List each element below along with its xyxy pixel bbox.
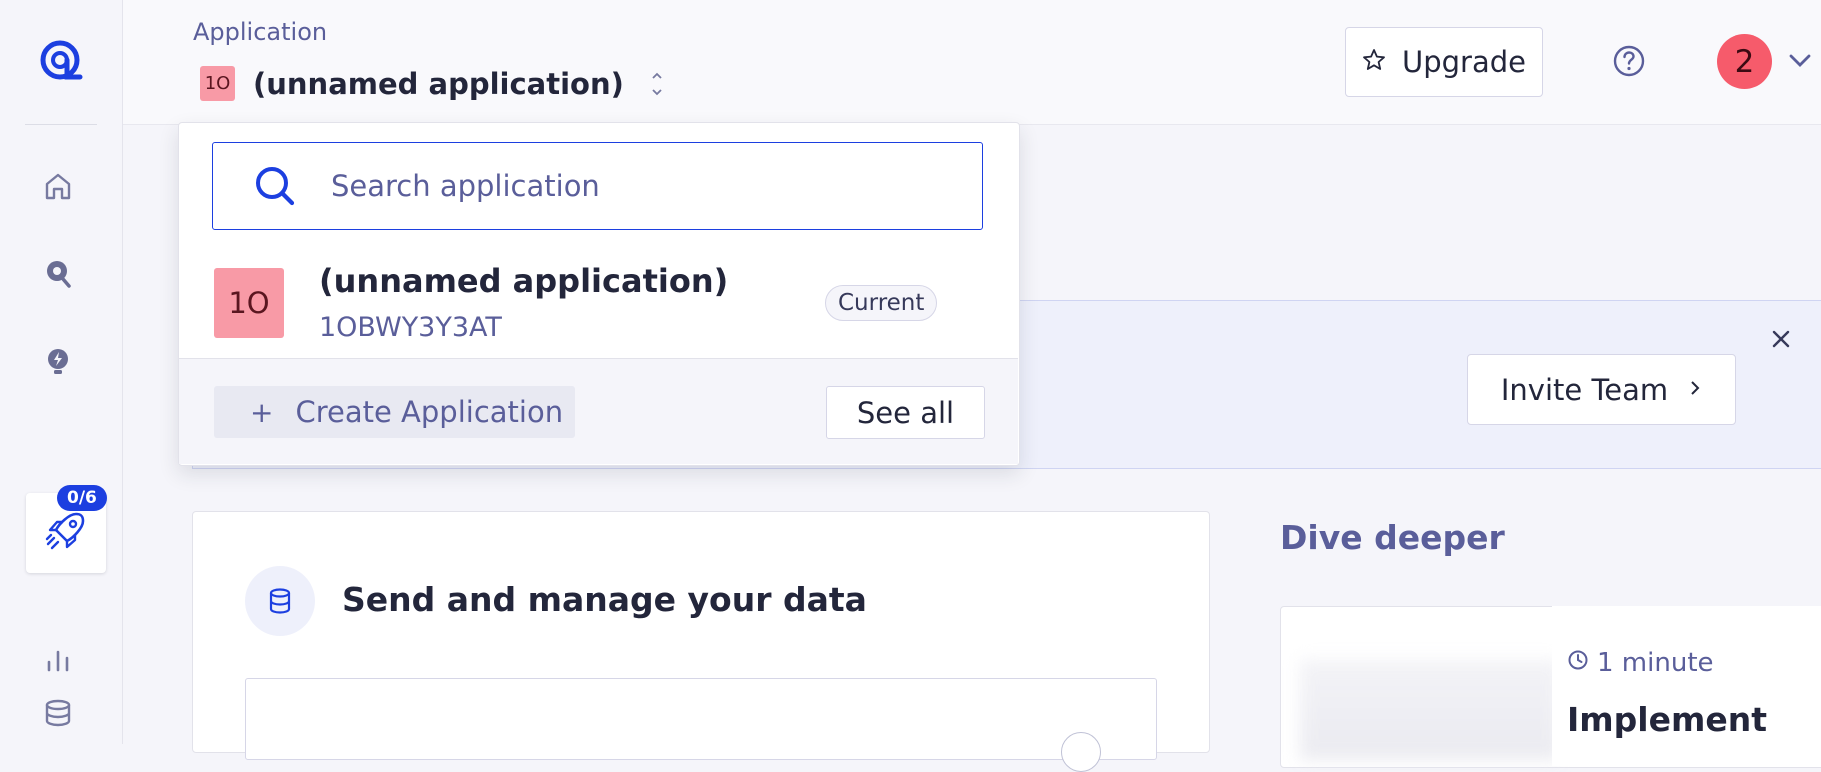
dive-card-text-panel (1552, 606, 1821, 766)
dive-card-duration: 1 minute (1567, 648, 1714, 678)
dive-card-duration-text: 1 minute (1597, 648, 1714, 678)
app-row-id: 1OBWY3Y3AT (319, 312, 502, 343)
sort-arrows-icon (650, 69, 664, 99)
see-all-button[interactable]: See all (826, 386, 985, 439)
search-application-field[interactable] (212, 142, 983, 230)
search-icon (253, 164, 297, 208)
rocket-icon (43, 508, 89, 558)
card-inner-panel (245, 678, 1157, 760)
application-selector[interactable]: 1O (unnamed application) (200, 66, 664, 101)
close-icon[interactable] (1770, 328, 1792, 350)
app-row-initials-badge[interactable]: 1O (214, 268, 284, 338)
upgrade-label: Upgrade (1402, 45, 1526, 79)
plus-icon: + (250, 395, 274, 429)
upgrade-button[interactable]: Upgrade (1345, 27, 1543, 97)
algolia-logo-icon[interactable] (36, 36, 86, 86)
application-label: Application (193, 18, 328, 46)
card-title: Send and manage your data (342, 580, 867, 619)
current-app-name: (unnamed application) (253, 66, 624, 101)
star-icon (1362, 45, 1386, 79)
lightbulb-icon[interactable] (41, 345, 75, 379)
home-icon[interactable] (41, 169, 75, 203)
chevron-right-icon (1688, 376, 1702, 404)
sidebar-divider (25, 124, 97, 125)
search-analytics-icon[interactable] (41, 257, 75, 291)
search-input[interactable] (329, 168, 933, 204)
help-icon[interactable] (1612, 44, 1646, 78)
app-row-name[interactable]: (unnamed application) (319, 262, 728, 300)
invite-team-label: Invite Team (1500, 372, 1669, 407)
create-application-button[interactable]: + Create Application (214, 386, 575, 438)
invite-team-button[interactable]: Invite Team (1467, 354, 1736, 425)
database-icon (245, 566, 315, 636)
onboarding-progress-badge: 0/6 (57, 485, 107, 511)
create-application-label: Create Application (295, 395, 564, 429)
dive-card-heading: Implement (1567, 700, 1768, 739)
sidebar: 0/6 (0, 0, 123, 744)
dive-card-thumbnail (1300, 660, 1560, 760)
user-avatar[interactable]: 2 (1717, 34, 1772, 89)
card-inner-toggle[interactable] (1061, 732, 1101, 772)
chevron-down-icon[interactable] (1787, 50, 1813, 70)
app-initials-badge: 1O (200, 66, 235, 101)
clock-icon (1567, 648, 1597, 678)
current-badge: Current (825, 285, 938, 321)
database-icon[interactable] (41, 696, 75, 730)
dive-deeper-title: Dive deeper (1280, 518, 1505, 557)
top-bar (123, 0, 1821, 125)
bar-chart-icon[interactable] (41, 643, 75, 677)
